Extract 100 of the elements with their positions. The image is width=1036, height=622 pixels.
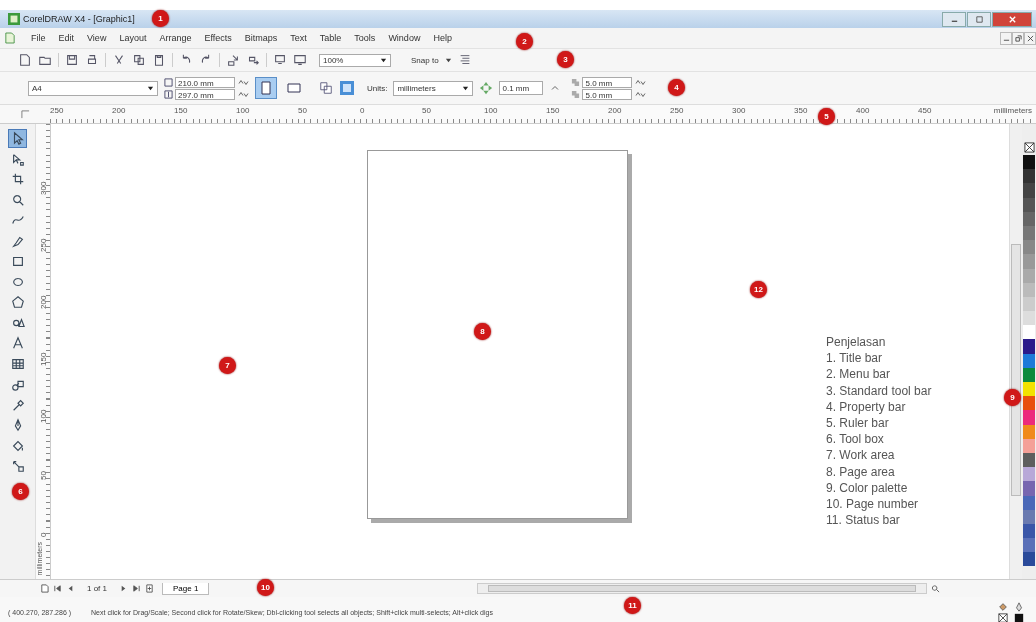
menu-item[interactable]: View: [87, 33, 107, 43]
explanation-item: 4. Property bar: [826, 398, 907, 415]
menu-item[interactable]: Bitmaps: [244, 33, 278, 43]
maximize-button[interactable]: [967, 11, 991, 27]
duplicate-y-field[interactable]: 5.0 mm: [582, 88, 633, 100]
save-icon[interactable]: [65, 53, 79, 67]
import-icon[interactable]: [226, 53, 240, 67]
ruler-origin-icon[interactable]: [20, 109, 30, 119]
height-field[interactable]: 297.0 mm: [175, 88, 235, 100]
menu-item[interactable]: Layout: [119, 33, 147, 43]
color-swatch[interactable]: [1023, 382, 1035, 397]
snap-to-button[interactable]: Snap to: [397, 55, 439, 65]
color-swatch[interactable]: [1023, 325, 1035, 340]
menu-item[interactable]: Tools: [354, 33, 376, 43]
new-document-icon[interactable]: [18, 53, 32, 67]
ruler-label: 200: [608, 106, 622, 115]
app-logo-icon: [8, 13, 20, 25]
menu-item[interactable]: Window: [388, 33, 421, 43]
menu-item[interactable]: File: [31, 33, 46, 43]
shapes-icon: [10, 315, 25, 330]
paper-size-dropdown[interactable]: A4: [28, 80, 158, 96]
ruler-label: 250: [38, 237, 48, 252]
zoom-dropdown[interactable]: 100%: [319, 53, 391, 67]
color-swatch[interactable]: [1023, 467, 1035, 482]
arrow-tool-button[interactable]: [8, 129, 27, 148]
ruler-label: 250: [670, 106, 684, 115]
magnifier-icon[interactable]: [931, 584, 941, 593]
color-swatch[interactable]: [1023, 311, 1035, 326]
scissors-icon[interactable]: [112, 53, 126, 67]
color-swatch[interactable]: [1023, 481, 1035, 496]
color-swatch[interactable]: [1023, 240, 1035, 255]
color-swatch[interactable]: [1023, 169, 1035, 184]
ruler-label: 150: [38, 351, 48, 366]
menu-item[interactable]: Table: [319, 33, 342, 43]
previous-page-icon[interactable]: [66, 584, 75, 593]
color-swatch[interactable]: [1023, 155, 1035, 170]
menu-item[interactable]: Edit: [58, 33, 75, 43]
vertical-scrollbar[interactable]: [1009, 124, 1022, 579]
restore-button[interactable]: [1012, 31, 1024, 45]
height-icon: [164, 89, 173, 99]
ruler-label: 200: [38, 294, 48, 309]
paint-bucket-icon: [10, 438, 25, 453]
explanation-item: 10. Page number: [826, 496, 920, 513]
ruler-label: 0: [360, 106, 365, 115]
monitor-icon[interactable]: [293, 53, 307, 67]
rectangle-icon: [10, 254, 25, 269]
caret-icon: [462, 84, 470, 92]
color-swatch[interactable]: [1023, 254, 1035, 269]
last-page-icon[interactable]: [132, 584, 141, 593]
page-tab[interactable]: Page 1: [162, 582, 210, 595]
menu-item[interactable]: Help: [433, 33, 452, 43]
spinner-icon[interactable]: [237, 77, 249, 87]
printer-icon[interactable]: [85, 53, 99, 67]
color-swatch[interactable]: [1023, 552, 1035, 567]
ruler-label: 150: [546, 106, 560, 115]
menu-item[interactable]: Text: [290, 33, 307, 43]
units-dropdown[interactable]: millimeters: [393, 80, 474, 96]
width-icon: [164, 77, 173, 87]
explanation-item: 8. Page area: [826, 463, 896, 480]
ruler-label: 0: [38, 531, 48, 537]
page-count: 1 of 1: [87, 584, 107, 593]
color-swatch[interactable]: [1023, 410, 1035, 425]
close-icon: [1026, 34, 1034, 42]
horizontal-scrollbar[interactable]: [477, 583, 928, 594]
spinner-icon[interactable]: [634, 89, 647, 99]
explanation-item: 3. Standard tool bar: [826, 382, 932, 399]
width-field[interactable]: 210.0 mm: [175, 76, 235, 88]
close-button[interactable]: [1024, 31, 1036, 45]
color-swatch[interactable]: [1023, 183, 1035, 198]
spinner-icon[interactable]: [634, 77, 647, 87]
page-icon[interactable]: [40, 584, 49, 593]
color-swatch[interactable]: [1023, 339, 1035, 354]
menu-item[interactable]: Effects: [204, 33, 232, 43]
explanation-item: 6. Tool box: [826, 431, 885, 448]
ruler-label: 150: [174, 106, 188, 115]
no-color-swatch-icon[interactable]: [1023, 142, 1035, 153]
nudge-field[interactable]: 0.1 mm: [499, 81, 544, 95]
ruler-label: 100: [484, 106, 498, 115]
minimize-button[interactable]: [942, 11, 966, 27]
add-page-icon[interactable]: [145, 584, 154, 593]
first-page-icon[interactable]: [53, 584, 62, 593]
color-swatch[interactable]: [1023, 396, 1035, 411]
color-swatch[interactable]: [1023, 538, 1035, 553]
menu-item[interactable]: Arrange: [159, 33, 192, 43]
caret-icon[interactable]: [444, 56, 452, 64]
duplicate-x-field[interactable]: 5.0 mm: [582, 76, 633, 88]
copy-icon[interactable]: [132, 53, 146, 67]
current-page-icon[interactable]: [339, 80, 355, 96]
ruler-label: 400: [856, 106, 870, 115]
pages-icon[interactable]: [319, 81, 333, 95]
fill-bucket-icon: [998, 601, 1008, 612]
next-page-icon[interactable]: [119, 584, 128, 593]
duplicate-icon: [571, 77, 581, 87]
paste-icon[interactable]: [152, 53, 166, 67]
portrait-button[interactable]: [255, 77, 277, 99]
spinner-icon[interactable]: [237, 89, 249, 99]
polygon-icon: [10, 295, 25, 310]
minimize-button[interactable]: [1000, 31, 1012, 45]
caret-icon: [147, 84, 154, 92]
close-button[interactable]: [992, 11, 1032, 27]
